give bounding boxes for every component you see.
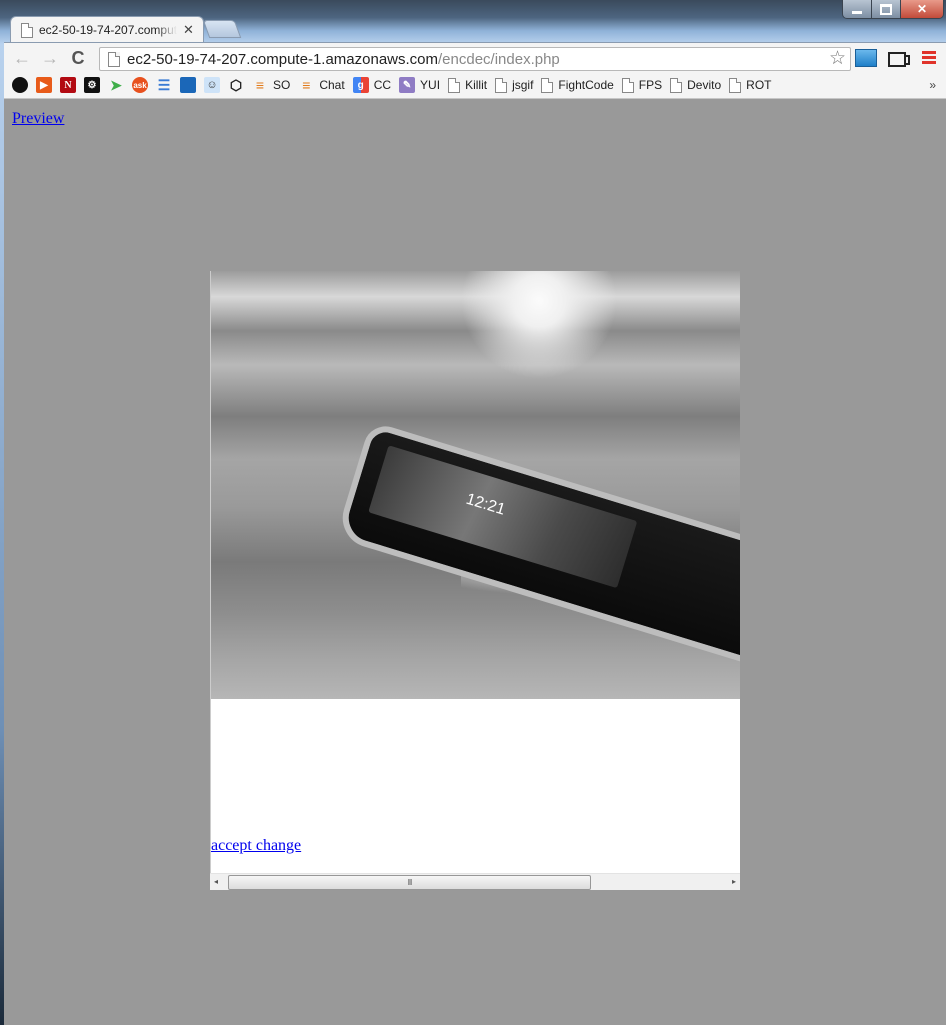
bookmark-label: FPS: [638, 78, 663, 92]
photo-extension-icon[interactable]: [852, 46, 877, 67]
minimize-icon: [852, 10, 862, 14]
phone-clock: 12:21: [463, 490, 508, 519]
preview-frame: 12:21 accept change ◂ III ▸: [210, 271, 740, 890]
phone-graphic: 12:21: [335, 421, 740, 664]
bookmark-reddit[interactable]: ☺: [204, 75, 220, 95]
yui-icon: ✎: [399, 77, 416, 93]
bookmark-rot[interactable]: ROT: [729, 75, 772, 95]
scrollbar-thumb[interactable]: III: [228, 875, 591, 890]
tab-close-icon[interactable]: ✕: [183, 22, 194, 38]
netflix-icon: N: [60, 77, 76, 93]
google-icon: g: [352, 77, 369, 93]
bookmark-label: YUI: [420, 78, 441, 92]
close-window-button[interactable]: ✕: [901, 0, 943, 18]
bookmark-stack[interactable]: ☰: [156, 75, 172, 95]
accept-change-link[interactable]: accept change: [211, 837, 301, 855]
bookmark-label: ROT: [746, 78, 772, 92]
reload-button[interactable]: C: [68, 48, 88, 68]
back-button[interactable]: ←: [12, 48, 32, 68]
bookmark-fps[interactable]: FPS: [621, 75, 663, 95]
bookmark-label: CC: [373, 78, 392, 92]
preview-link[interactable]: Preview: [12, 110, 64, 128]
bookmark-github[interactable]: [12, 75, 28, 95]
bookmark-devito[interactable]: Devito: [670, 75, 721, 95]
page-icon: [729, 77, 742, 93]
bookmark-jsgif[interactable]: jsgif: [495, 75, 533, 95]
maximize-button[interactable]: [872, 0, 901, 18]
url-path: /encdec/index.php: [438, 50, 560, 68]
bookmark-paper-plane[interactable]: ➤: [108, 75, 124, 95]
bookmarks-bar: ▶ N ⚙ ➤ ask ☰ ☺ ⬡ ≡ SO ≡ Chat g CC ✎ YUI Kil…: [4, 72, 946, 99]
page-icon: [448, 77, 461, 93]
steam-icon: ⚙: [84, 77, 100, 93]
camera-extension-icon[interactable]: [888, 52, 910, 67]
minimize-button[interactable]: [843, 0, 872, 18]
stack-icon: ☰: [157, 76, 171, 93]
reddit-icon: ☺: [204, 77, 220, 93]
trello-icon: [180, 77, 196, 93]
page-icon: [541, 77, 554, 93]
codepen-icon: ⬡: [229, 76, 243, 93]
scroll-right-arrow-icon[interactable]: ▸: [732, 877, 736, 886]
paper-plane-icon: ➤: [110, 76, 122, 93]
bookmark-fightcode[interactable]: FightCode: [541, 75, 614, 95]
bookmark-label: FightCode: [558, 78, 614, 92]
ask-icon: ask: [132, 77, 148, 93]
browser-toolbar: ← → C ec2-50-19-74-207.compute-1.amazona…: [4, 42, 946, 73]
bookmark-cc[interactable]: g CC: [352, 75, 392, 95]
preview-image: 12:21: [211, 271, 740, 699]
bookmark-play[interactable]: ▶: [36, 75, 52, 95]
bookmark-label: jsgif: [512, 78, 534, 92]
close-icon: ✕: [916, 2, 928, 16]
bookmark-steam[interactable]: ⚙: [84, 75, 100, 95]
window-titlebar: ✕ ec2-50-19-74-207.compute-1.amazonaws.c…: [0, 0, 946, 44]
bookmark-killit[interactable]: Killit: [448, 75, 487, 95]
horizontal-scrollbar[interactable]: ◂ III ▸: [210, 873, 740, 890]
new-tab-button[interactable]: [202, 20, 242, 38]
window-controls: ✕: [842, 0, 944, 19]
bookmark-ask[interactable]: ask: [132, 75, 148, 95]
bookmark-yui[interactable]: ✎ YUI: [399, 75, 440, 95]
bookmark-netflix[interactable]: N: [60, 75, 76, 95]
scroll-left-arrow-icon[interactable]: ◂: [214, 877, 218, 886]
page-icon: [495, 77, 508, 93]
page-icon: [21, 22, 33, 38]
page-viewport: Preview 12:21 accept change ◂ III ▸: [4, 99, 946, 1025]
stackoverflow-icon: ≡: [255, 77, 265, 93]
bookmark-label: SO: [273, 78, 291, 92]
browser-tab[interactable]: ec2-50-19-74-207.compute-1.amazonaws.com…: [10, 16, 204, 43]
github-icon: [12, 77, 28, 93]
phone-screen: 12:21: [368, 445, 638, 589]
bookmark-label: Chat: [319, 78, 345, 92]
forward-button[interactable]: →: [40, 48, 60, 68]
bookmark-label: Devito: [687, 78, 722, 92]
bookmark-star-icon[interactable]: ☆: [829, 48, 846, 70]
bookmark-trello[interactable]: [180, 75, 196, 95]
page-icon: [108, 51, 120, 67]
bookmark-so[interactable]: ≡ SO: [252, 75, 290, 95]
maximize-icon: [880, 3, 892, 15]
stackoverflow-icon: ≡: [302, 77, 311, 93]
bookmark-codepen[interactable]: ⬡: [228, 75, 244, 95]
bookmark-chat[interactable]: ≡ Chat: [298, 75, 344, 95]
address-bar[interactable]: ec2-50-19-74-207.compute-1.amazonaws.com…: [99, 47, 851, 71]
more-bookmarks-button[interactable]: »: [929, 78, 936, 92]
page-icon: [621, 77, 634, 93]
tab-title: ec2-50-19-74-207.compute-1.amazonaws.com: [39, 23, 177, 37]
play-icon: ▶: [36, 77, 52, 93]
bookmark-label: Killit: [465, 78, 488, 92]
menu-icon[interactable]: [922, 51, 936, 66]
page-icon: [670, 77, 683, 93]
url-host: ec2-50-19-74-207.compute-1.amazonaws.com: [127, 50, 438, 68]
